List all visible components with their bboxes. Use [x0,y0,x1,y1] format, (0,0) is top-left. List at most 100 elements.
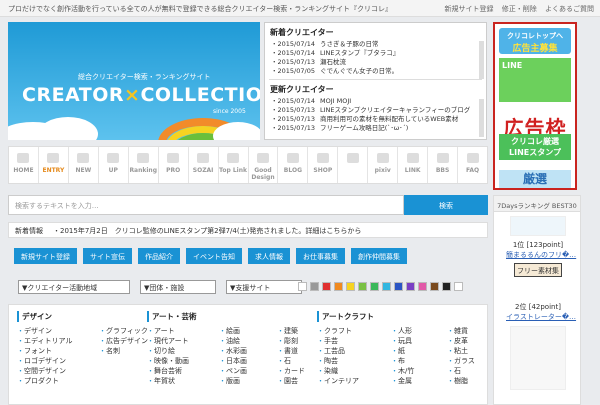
faq-link[interactable]: よくあるご質問 [545,5,594,13]
color-swatch[interactable] [442,282,451,291]
nav-home[interactable]: HOME [9,147,39,183]
nav-pixiv[interactable]: pixiv [368,147,399,183]
category-link[interactable]: 書道 [277,346,317,356]
ad-slot[interactable]: クリコレトップへ 広告主募集 LINE 広告枠 クリコレ厳選 LINEスタンプ 厳選 [493,22,577,190]
color-swatch[interactable] [370,282,379,291]
ranking-thumbnail[interactable] [510,216,566,236]
nav-blog[interactable]: BLOG [278,147,309,183]
nav-top-link[interactable]: Top Link [219,147,249,183]
color-swatch[interactable] [418,282,427,291]
color-swatch[interactable] [298,282,307,291]
category-link[interactable]: プロダクト [17,376,85,386]
category-link[interactable]: ペン画 [219,366,263,376]
color-swatch[interactable] [322,282,331,291]
event-button[interactable]: イベント告知 [186,248,242,264]
category-link[interactable]: 絵画 [219,326,263,336]
search-button[interactable]: 検索 [404,195,488,215]
search-input[interactable]: 検索するテキストを入力… [8,195,404,215]
color-swatch[interactable] [454,282,463,291]
category-link[interactable]: 雑貨 [447,326,487,336]
selection-banner[interactable]: 厳選 [499,170,571,188]
category-link[interactable]: 彫刻 [277,336,317,346]
category-link[interactable]: 皮革 [447,336,487,346]
category-link[interactable]: 版画 [219,376,263,386]
color-swatch[interactable] [394,282,403,291]
nav-faq[interactable]: FAQ [458,147,487,183]
nav-entry[interactable]: ENTRY [39,147,69,183]
category-link[interactable]: ガラス [447,356,487,366]
category-link[interactable]: 水彩画 [219,346,263,356]
rank-tag[interactable]: フリー素材集 [514,263,562,277]
category-link[interactable]: 舞台芸術 [147,366,205,376]
category-link[interactable]: インテリア [317,376,377,386]
line-banner[interactable]: LINE [499,58,571,102]
category-link[interactable]: エディトリアル [17,336,85,346]
color-swatch[interactable] [358,282,367,291]
category-link[interactable]: 空間デザイン [17,366,85,376]
color-swatch[interactable] [310,282,319,291]
category-link[interactable]: 年賀状 [147,376,205,386]
color-swatch[interactable] [334,282,343,291]
register-site-button[interactable]: 新規サイト登録 [14,248,77,264]
advertiser-banner[interactable]: クリコレトップへ 広告主募集 [499,28,571,54]
category-link[interactable]: カード [277,366,317,376]
register-site-link[interactable]: 新規サイト登録 [445,5,494,13]
news-text[interactable]: ・2015年7月2日 クリコレ監修のLINEスタンプ第2弾7/4(土)発売されま… [53,227,361,235]
support-site-select[interactable]: ▼支援サイト [226,280,302,294]
category-link[interactable]: ロゴデザイン [17,356,85,366]
list-item[interactable]: ・2015/07/05 ぐでんぐでん女子の日常。 [271,67,471,76]
hero-banner[interactable]: 総合クリエイター検索・ランキングサイト CREATOR×COLLECTION s… [8,22,260,140]
category-link[interactable]: 陶芸 [317,356,377,366]
category-link[interactable]: 工芸品 [317,346,377,356]
color-swatch[interactable] [430,282,439,291]
category-link[interactable]: 油絵 [219,336,263,346]
edit-delete-link[interactable]: 修正・削除 [502,5,537,13]
category-link[interactable]: アート [147,326,205,336]
region-select[interactable]: ▼クリエイター活動地域 [18,280,130,294]
work-wanted-button[interactable]: お仕事募集 [296,248,345,264]
nav-new[interactable]: NEW [69,147,99,183]
scrollbar[interactable] [479,41,484,79]
category-link[interactable]: 紙 [391,346,433,356]
category-link[interactable]: 金属 [391,376,433,386]
nav-link[interactable]: LINK [398,147,429,183]
rank-title[interactable]: 簡まるるんのフリ�… [506,250,576,260]
category-link[interactable]: 切り絵 [147,346,205,356]
nav-bbs[interactable]: BBS [428,147,459,183]
nav-shop[interactable]: SHOP [308,147,339,183]
color-swatch[interactable] [382,282,391,291]
site-promo-button[interactable]: サイト宣伝 [83,248,132,264]
category-link[interactable]: 日本画 [219,356,263,366]
list-item[interactable]: ・2015/07/13 LINEスタンプクリエイターキャランフィーのブログ [271,106,471,115]
category-link[interactable]: フォント [17,346,85,356]
category-link[interactable]: 樹脂 [447,376,487,386]
color-swatch[interactable] [346,282,355,291]
jobs-button[interactable]: 求人情報 [248,248,290,264]
list-item[interactable]: ・2015/07/13 フリーゲーム攻略日記(`･ω･´) [271,124,471,133]
facility-select[interactable]: ▼団体・施設 [140,280,216,294]
category-link[interactable]: 園芸 [277,376,317,386]
nav-sozai[interactable]: SOZAI [189,147,219,183]
nav-good-design[interactable]: Good Design [249,147,279,183]
category-link[interactable]: 人形 [391,326,433,336]
scrollbar[interactable] [479,99,484,137]
category-link[interactable]: 石 [447,366,487,376]
category-link[interactable]: 粘土 [447,346,487,356]
work-intro-button[interactable]: 作品紹介 [138,248,180,264]
line-stamp-banner[interactable]: クリコレ厳選 LINEスタンプ [499,134,571,160]
category-link[interactable]: 現代アート [147,336,205,346]
color-swatch[interactable] [406,282,415,291]
category-link[interactable]: 木/竹 [391,366,433,376]
rank-title[interactable]: イラストレーター�… [506,312,576,322]
category-link[interactable]: 建築 [277,326,317,336]
category-link[interactable]: 手芸 [317,336,377,346]
category-link[interactable]: 石 [277,356,317,366]
list-item[interactable]: ・2015/07/14 LINEスタンプ『ブタラコ』 [271,49,471,58]
category-link[interactable]: デザイン [17,326,85,336]
category-link[interactable]: 玩具 [391,336,433,346]
nav-ranking[interactable]: Ranking [129,147,159,183]
list-item[interactable]: ・2015/07/13 商用利用可の素材を無料配布しているWEB素材 [271,115,471,124]
ranking-thumbnail[interactable] [510,326,566,390]
category-link[interactable]: 映像・動画 [147,356,205,366]
list-item[interactable]: ・2015/07/14 うさぎ＆子豚の日常 [271,40,471,49]
